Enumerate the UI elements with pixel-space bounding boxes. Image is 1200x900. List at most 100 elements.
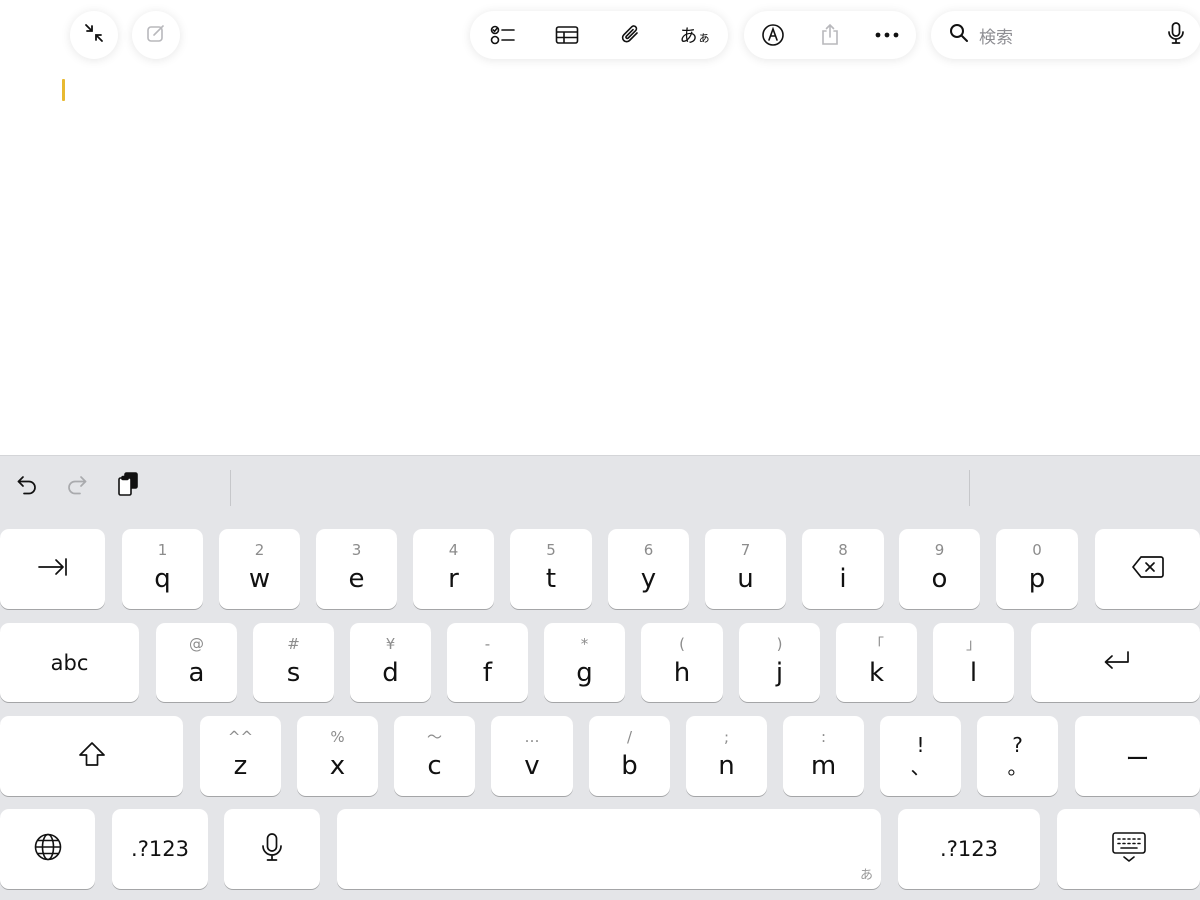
- mic-icon: [261, 832, 283, 866]
- key-m[interactable]: :m: [783, 716, 864, 796]
- key-k-label: k: [868, 657, 885, 688]
- collapse-button[interactable]: [70, 11, 118, 59]
- key-q[interactable]: 1q: [122, 529, 203, 609]
- share-icon: [819, 23, 841, 47]
- key-o-label: o: [931, 564, 948, 594]
- key-z[interactable]: ^^ z: [200, 716, 281, 796]
- key-m-alt: :: [820, 728, 827, 746]
- key-p[interactable]: 0p: [996, 529, 1078, 609]
- hide-keyboard-key[interactable]: [1057, 809, 1200, 889]
- numbers-key-right-label: .?123: [940, 837, 998, 861]
- key-comma-label: 、: [910, 755, 931, 779]
- key-x-alt: %: [330, 728, 345, 746]
- key-s[interactable]: # s: [253, 623, 334, 702]
- key-f[interactable]: -f: [447, 623, 528, 702]
- key-i[interactable]: 8i: [802, 529, 884, 609]
- shift-key[interactable]: [0, 716, 183, 796]
- undo-button[interactable]: [10, 469, 44, 503]
- key-y[interactable]: 6y: [608, 529, 689, 609]
- markup-button[interactable]: [744, 12, 801, 58]
- key-p-label: p: [1028, 564, 1046, 594]
- keyboard-hide-icon: [1111, 831, 1147, 867]
- key-question-label: ?: [1012, 733, 1023, 757]
- key-l-label: l: [969, 657, 978, 688]
- key-y-alt: 6: [643, 541, 654, 559]
- mic-icon[interactable]: [1167, 21, 1185, 49]
- tab-icon: [37, 556, 69, 582]
- attachment-button[interactable]: [599, 12, 663, 58]
- more-button[interactable]: [858, 12, 915, 58]
- key-o-alt: 9: [934, 541, 945, 559]
- key-r[interactable]: 4r: [413, 529, 494, 609]
- key-j[interactable]: ) j: [739, 623, 820, 702]
- key-exclaim-comma[interactable]: !、: [880, 716, 961, 796]
- return-icon: [1100, 649, 1132, 677]
- text-format-button[interactable]: あぁ: [663, 12, 727, 58]
- key-x-label: x: [329, 751, 346, 781]
- key-v-label: v: [524, 751, 540, 781]
- key-d[interactable]: ¥ d: [350, 623, 431, 702]
- key-c[interactable]: 〜 c: [394, 716, 475, 796]
- paste-icon: [116, 471, 140, 501]
- key-b[interactable]: / b: [589, 716, 670, 796]
- key-k-alt: 「: [868, 634, 884, 653]
- key-t-label: t: [545, 564, 557, 594]
- key-n[interactable]: ; n: [686, 716, 767, 796]
- key-o[interactable]: 9o: [899, 529, 980, 609]
- key-question-period[interactable]: ?。: [977, 716, 1058, 796]
- key-q-label: q: [154, 564, 171, 594]
- long-vowel-key[interactable]: ー: [1075, 716, 1200, 796]
- share-button[interactable]: [801, 12, 858, 58]
- key-t[interactable]: 5t: [510, 529, 592, 609]
- dictation-key[interactable]: [224, 809, 320, 889]
- key-g[interactable]: * g: [544, 623, 625, 702]
- compose-button[interactable]: [132, 11, 180, 59]
- key-h-alt: (: [679, 634, 685, 653]
- abc-key[interactable]: abc: [0, 623, 139, 702]
- key-v[interactable]: … v: [491, 716, 573, 796]
- key-l[interactable]: 」 l: [933, 623, 1014, 702]
- key-b-label: b: [621, 751, 638, 781]
- key-w[interactable]: 2w: [219, 529, 300, 609]
- numbers-key-left[interactable]: .?123: [112, 809, 208, 889]
- note-editor[interactable]: [0, 70, 1200, 450]
- table-button[interactable]: [535, 12, 599, 58]
- return-key[interactable]: [1031, 623, 1200, 702]
- key-s-label: s: [286, 657, 301, 688]
- more-icon: [874, 31, 900, 39]
- candidate-divider-right: [969, 470, 970, 506]
- key-j-label: j: [775, 657, 784, 688]
- key-x[interactable]: % x: [297, 716, 378, 796]
- key-n-alt: ;: [723, 728, 730, 746]
- key-g-alt: *: [580, 634, 589, 653]
- delete-icon: [1131, 555, 1165, 583]
- key-f-alt: -: [484, 634, 491, 653]
- tab-key[interactable]: [0, 529, 105, 609]
- key-u-alt: 7: [740, 541, 751, 559]
- key-e[interactable]: 3e: [316, 529, 397, 609]
- key-w-alt: 2: [254, 541, 265, 559]
- delete-key[interactable]: [1095, 529, 1200, 609]
- key-r-alt: 4: [448, 541, 459, 559]
- key-c-label: c: [427, 751, 442, 781]
- key-d-label: d: [382, 657, 399, 688]
- key-p-alt: 0: [1032, 541, 1042, 559]
- key-u[interactable]: 7u: [705, 529, 786, 609]
- checklist-button[interactable]: [471, 12, 535, 58]
- table-icon: [555, 25, 579, 45]
- paste-button[interactable]: [111, 469, 145, 503]
- compose-icon: [145, 22, 167, 48]
- key-k[interactable]: 「k: [836, 623, 917, 702]
- globe-key[interactable]: [0, 809, 95, 889]
- key-i-alt: 8: [838, 541, 848, 559]
- key-n-label: n: [718, 751, 735, 781]
- numbers-key-right[interactable]: .?123: [898, 809, 1040, 889]
- key-a[interactable]: @ a: [156, 623, 237, 702]
- shift-icon: [77, 740, 107, 772]
- key-c-alt: 〜: [426, 728, 442, 746]
- key-h[interactable]: (h: [641, 623, 723, 702]
- search-field[interactable]: 検索: [931, 11, 1200, 59]
- space-key[interactable]: あ: [337, 809, 881, 889]
- key-b-alt: /: [626, 728, 633, 746]
- redo-button[interactable]: [60, 469, 94, 503]
